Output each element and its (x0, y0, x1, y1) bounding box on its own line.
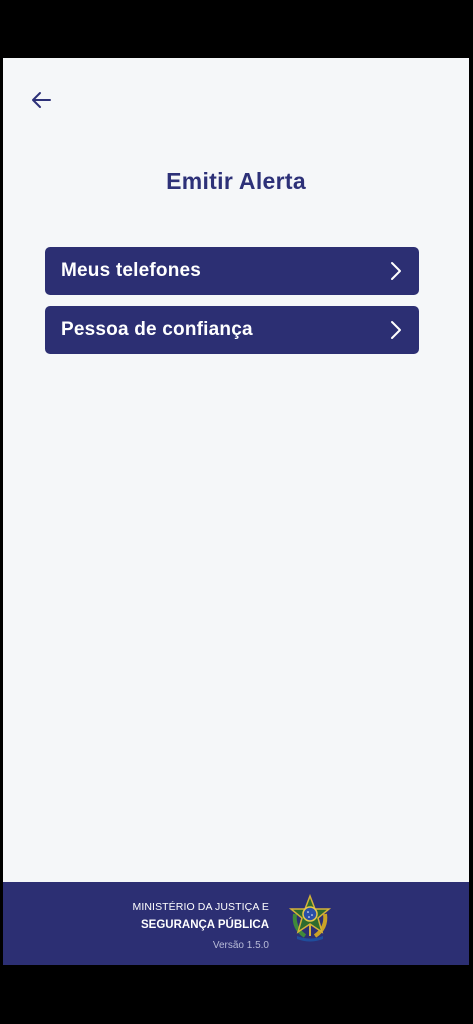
menu-item-label: Pessoa de confiança (61, 319, 253, 340)
brazil-coat-of-arms-icon (288, 894, 332, 942)
chevron-right-icon (389, 320, 403, 340)
arrow-left-icon (32, 92, 51, 108)
ministry-line2: SEGURANÇA PÚBLICA (141, 919, 269, 931)
status-bar (0, 0, 473, 58)
chevron-right-icon (389, 261, 403, 281)
menu-item-label: Meus telefones (61, 260, 202, 281)
app-screen: Emitir Alerta Meus telefones Pessoa de c… (3, 58, 469, 965)
meus-telefones-button[interactable]: Meus telefones (45, 247, 419, 295)
back-button[interactable] (25, 86, 57, 114)
menu-list: Meus telefones Pessoa de confiança (45, 247, 419, 365)
ministry-text: MINISTÉRIO DA JUSTIÇA E SEGURANÇA PÚBLIC… (133, 901, 270, 952)
ministry-line1: MINISTÉRIO DA JUSTIÇA E (132, 901, 269, 913)
version-text: Versão 1.5.0 (212, 940, 269, 951)
footer: MINISTÉRIO DA JUSTIÇA E SEGURANÇA PÚBLIC… (3, 882, 469, 965)
page-title: Emitir Alerta (166, 168, 306, 194)
pessoa-de-confianca-button[interactable]: Pessoa de confiança (45, 306, 419, 354)
navigation-bar (0, 965, 473, 1024)
